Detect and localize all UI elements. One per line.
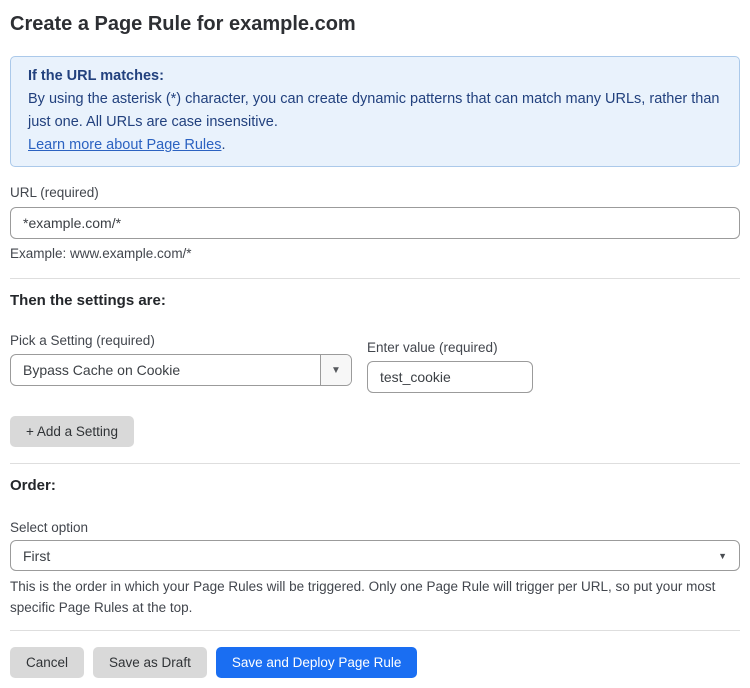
divider xyxy=(10,278,740,279)
url-matches-info-box: If the URL matches: By using the asteris… xyxy=(10,56,740,167)
setting-value-column: Enter value (required) xyxy=(367,339,533,393)
link-period: . xyxy=(221,137,225,153)
learn-more-link[interactable]: Learn more about Page Rules xyxy=(28,137,221,153)
create-page-rule-form: Create a Page Rule for example.com If th… xyxy=(0,13,750,678)
url-input[interactable] xyxy=(10,207,740,239)
url-field-label: URL (required) xyxy=(10,184,740,201)
info-box-heading: If the URL matches: xyxy=(28,65,722,88)
info-box-link-line: Learn more about Page Rules. xyxy=(28,134,722,157)
save-and-deploy-button[interactable]: Save and Deploy Page Rule xyxy=(216,647,418,678)
page-title: Create a Page Rule for example.com xyxy=(10,13,740,36)
setting-picker-dropdown[interactable]: Bypass Cache on Cookie ▼ xyxy=(10,354,352,386)
order-select-label: Select option xyxy=(10,519,740,536)
cancel-button[interactable]: Cancel xyxy=(10,647,84,678)
order-section-heading: Order: xyxy=(10,476,740,495)
setting-picker-column: Pick a Setting (required) Bypass Cache o… xyxy=(10,332,352,386)
settings-row: Pick a Setting (required) Bypass Cache o… xyxy=(10,332,740,393)
setting-value-label: Enter value (required) xyxy=(367,339,533,356)
form-actions: Cancel Save as Draft Save and Deploy Pag… xyxy=(10,647,740,678)
url-example-helper: Example: www.example.com/* xyxy=(10,245,740,262)
order-helper-text: This is the order in which your Page Rul… xyxy=(10,576,730,618)
order-select-dropdown[interactable]: First ▼ xyxy=(10,540,740,571)
chevron-down-icon: ▼ xyxy=(718,551,727,561)
setting-picker-arrow-button[interactable]: ▼ xyxy=(320,355,351,385)
chevron-down-icon: ▼ xyxy=(331,365,341,376)
settings-section-heading: Then the settings are: xyxy=(10,291,740,310)
info-box-body: By using the asterisk (*) character, you… xyxy=(28,88,722,134)
setting-picker-selected-value: Bypass Cache on Cookie xyxy=(11,355,320,385)
save-as-draft-button[interactable]: Save as Draft xyxy=(93,647,207,678)
add-setting-button[interactable]: + Add a Setting xyxy=(10,416,134,447)
setting-picker-label: Pick a Setting (required) xyxy=(10,332,352,349)
order-selected-value: First xyxy=(23,548,718,564)
setting-value-input[interactable] xyxy=(367,361,533,393)
divider xyxy=(10,463,740,464)
divider xyxy=(10,630,740,631)
